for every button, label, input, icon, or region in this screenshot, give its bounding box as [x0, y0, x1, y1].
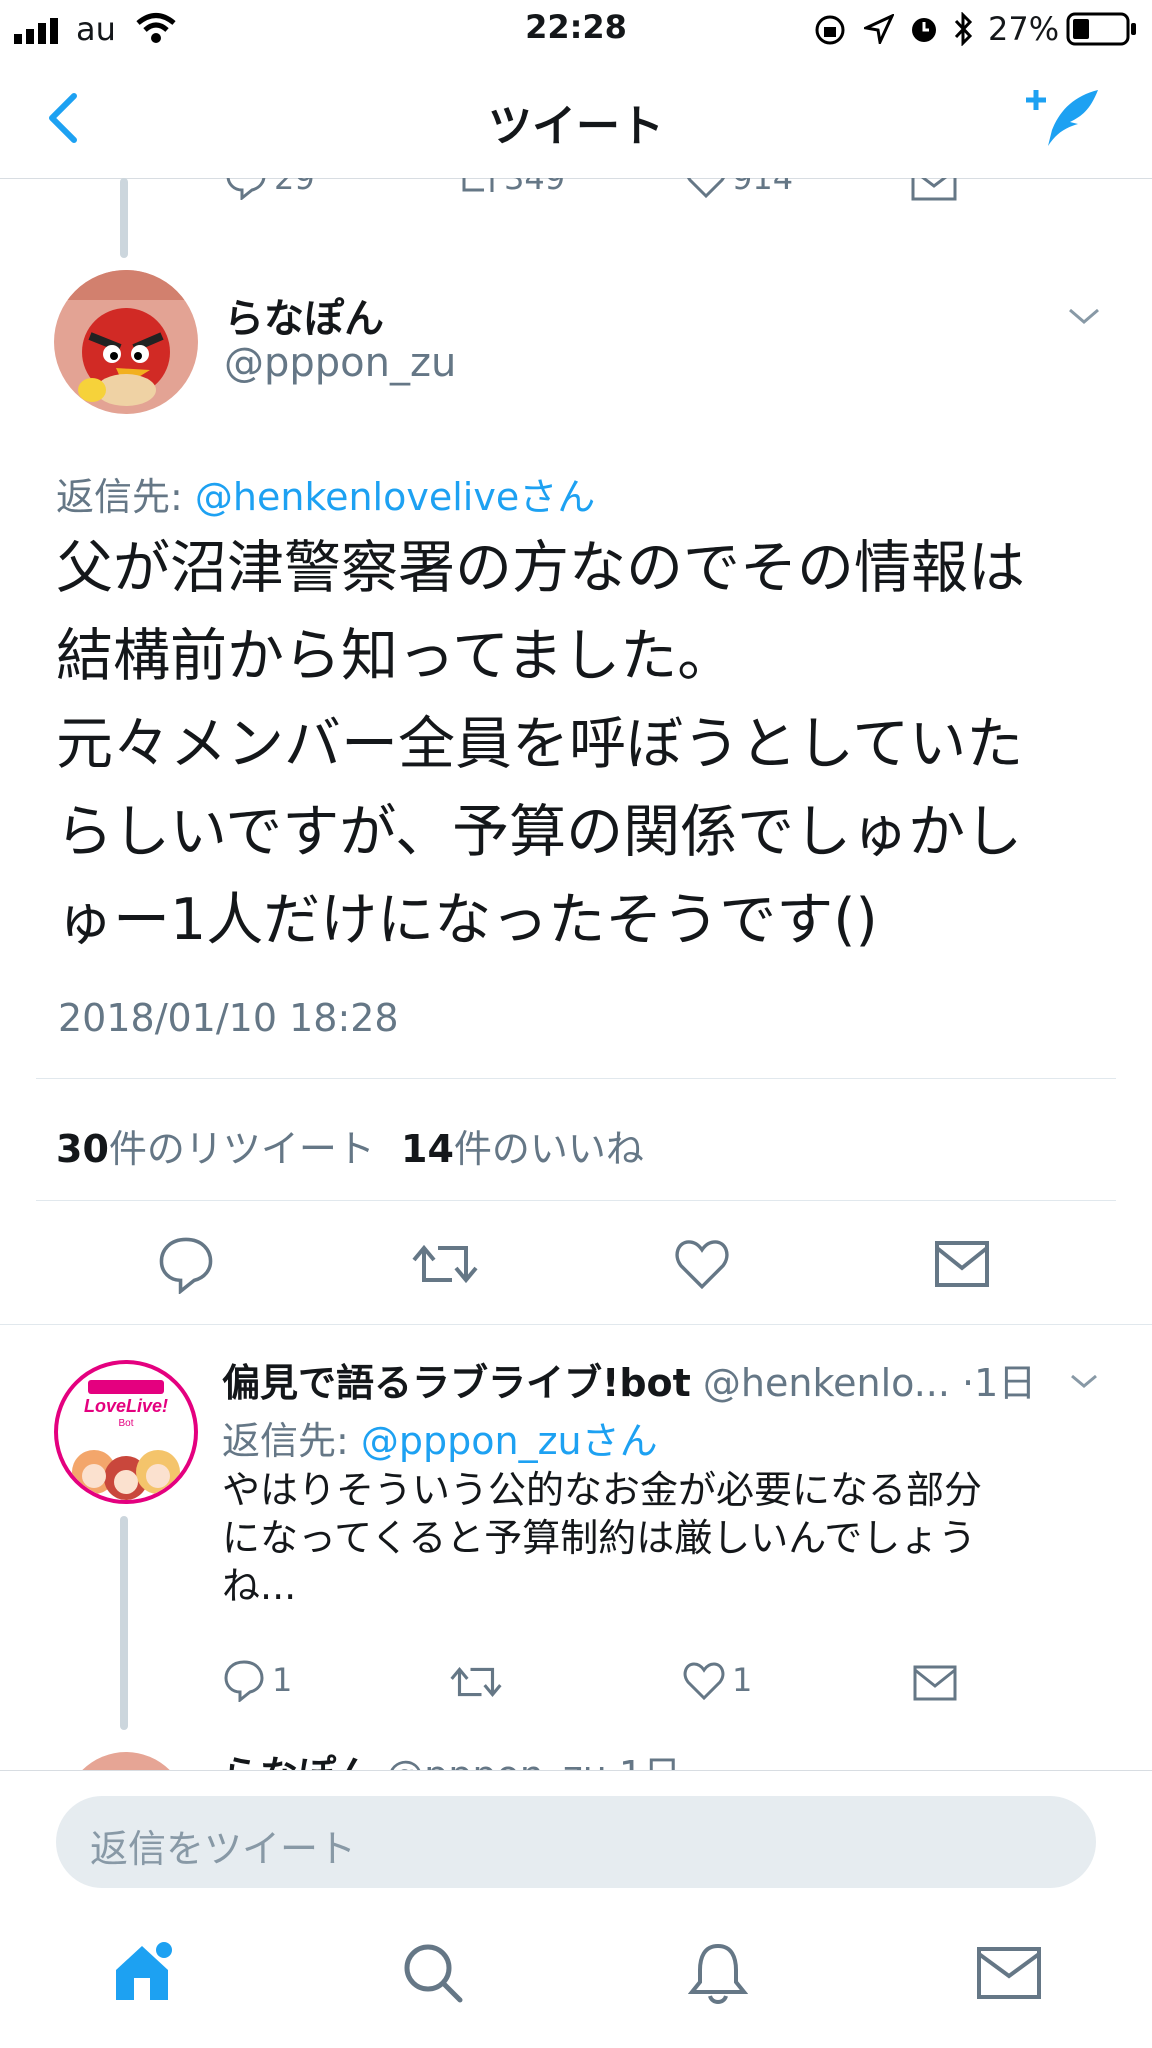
divider: [36, 1200, 1116, 1201]
retweet-action[interactable]: 349: [456, 178, 565, 200]
avatar: [64, 1752, 188, 1770]
page-title: ツイート: [488, 101, 664, 152]
reply-to: 返信先: @pppon_zuさん: [222, 1410, 658, 1465]
like-action[interactable]: 1: [682, 1658, 752, 1702]
next-handle: @pppon_zu: [386, 1753, 607, 1770]
retweet-total-label[interactable]: 件のリツイート: [109, 1127, 375, 1171]
retweet-total[interactable]: 30: [56, 1127, 109, 1171]
retweet-icon[interactable]: [450, 1660, 502, 1704]
reply-to-prefix: 返信先:: [56, 475, 195, 519]
reply-icon: [224, 1660, 264, 1702]
dm-icon[interactable]: [910, 178, 958, 204]
like-total-label[interactable]: 件のいいね: [454, 1127, 644, 1171]
chevron-down-icon[interactable]: [1068, 1370, 1100, 1392]
like-action[interactable]: 914: [684, 178, 793, 200]
divider: [36, 1078, 1116, 1079]
reply-display-name[interactable]: 偏見で語るラブライブ!bot: [222, 1361, 691, 1405]
like-count: 1: [732, 1661, 753, 1699]
retweet-count: 349: [504, 178, 566, 197]
divider: [0, 1770, 1152, 1771]
like-total[interactable]: 14: [401, 1127, 454, 1171]
retweet-icon: [462, 178, 494, 192]
prev-tweet-actions: 29 349 914: [0, 178, 1152, 214]
next-tweet-header: らなぽん @pppon_zu·1日: [222, 1744, 681, 1770]
next-tweet-preview[interactable]: らなぽん @pppon_zu·1日: [0, 1740, 1152, 1770]
chevron-down-icon[interactable]: [1066, 304, 1102, 328]
heart-icon[interactable]: [672, 1234, 732, 1292]
reply-count: 1: [272, 1661, 293, 1699]
reply-header: 偏見で語るラブライブ!bot @henkenlo... ·1日: [222, 1352, 1036, 1407]
display-name[interactable]: らなぽん: [224, 286, 384, 344]
battery-icon: [1066, 12, 1136, 46]
reply-to-handle[interactable]: @henkenloveliveさん: [195, 475, 595, 519]
avatar[interactable]: [54, 270, 198, 414]
reply-to-prefix: 返信先:: [222, 1419, 361, 1463]
dm-icon[interactable]: [934, 1240, 990, 1288]
reply-line: になってくると予算制約は厳しいんでしょう: [222, 1516, 977, 1560]
reply-body: やはりそういう公的なお金が必要になる部分 になってくると予算制約は厳しいんでしょ…: [222, 1466, 982, 1610]
bluetooth-icon: [954, 12, 973, 46]
heart-icon: [687, 178, 725, 199]
heart-icon: [683, 1662, 725, 1701]
divider: [0, 1324, 1152, 1325]
tab-bar: [0, 1900, 1152, 2048]
reply-icon: [226, 178, 266, 200]
dm-icon[interactable]: [912, 1664, 958, 1702]
reply-action[interactable]: 29: [224, 178, 315, 200]
alarm-icon: [912, 18, 936, 42]
reply-to-handle[interactable]: @pppon_zuさん: [361, 1419, 658, 1463]
retweet-icon[interactable]: [412, 1236, 478, 1292]
reply-input-placeholder: 返信をツイート: [90, 1827, 357, 1871]
tweet-timestamp[interactable]: 2018/01/10 18:28: [58, 996, 399, 1040]
tweet-line: 結構前から知ってました。: [56, 623, 735, 689]
tweet-line: 元々メンバー全員を呼ぼうとしていた: [56, 711, 1024, 777]
navigation-bar: ツイート: [0, 58, 1152, 179]
tweet-line: ゅー1人だけになったそうです(): [56, 887, 878, 953]
tweet-line: 父が沼津警察署の方なのでその情報は: [56, 535, 1025, 601]
svg-text:LoveLive!: LoveLive!: [84, 1396, 168, 1416]
reply-icon[interactable]: [156, 1234, 216, 1294]
avatar[interactable]: LoveLive! Bot: [54, 1360, 198, 1504]
thread-line: [120, 1516, 128, 1730]
tweet-stats: 30件のリツイート 14件のいいね: [56, 1118, 644, 1173]
reply-line: ね...: [222, 1564, 297, 1608]
reply-action[interactable]: 1: [222, 1658, 292, 1702]
reply-time: ·1日: [962, 1361, 1037, 1405]
location-icon: [864, 14, 894, 44]
compose-tweet-icon[interactable]: [1024, 86, 1104, 150]
status-time: 22:28: [525, 8, 627, 46]
thread-line: [120, 178, 128, 258]
reply-count: 29: [274, 178, 315, 197]
status-bar: au 22:28 27%: [0, 0, 1152, 58]
tweet-body: 父が沼津警察署の方なのでその情報は 結構前から知ってました。 元々メンバー全員を…: [56, 524, 1025, 964]
user-handle[interactable]: @pppon_zu: [224, 340, 456, 386]
next-display-name: らなぽん: [222, 1753, 374, 1770]
reply-handle[interactable]: @henkenlo...: [703, 1361, 950, 1405]
notifications-icon[interactable]: [688, 1940, 748, 2006]
reply-input[interactable]: 返信をツイート: [56, 1796, 1096, 1888]
home-icon[interactable]: [112, 1938, 178, 2004]
tweet-line: らしいですが、予算の関係でしゅかし: [56, 799, 1023, 865]
messages-icon[interactable]: [976, 1946, 1042, 2000]
svg-text:Bot: Bot: [118, 1418, 133, 1429]
battery-percent: 27%: [988, 10, 1060, 48]
search-icon[interactable]: [402, 1942, 464, 2004]
like-count: 914: [732, 178, 794, 197]
orientation-lock-icon: [815, 15, 845, 45]
reply-line: やはりそういう公的なお金が必要になる部分: [222, 1468, 983, 1512]
next-time: ·1日: [607, 1753, 681, 1770]
reply-to: 返信先: @henkenloveliveさん: [56, 466, 595, 521]
